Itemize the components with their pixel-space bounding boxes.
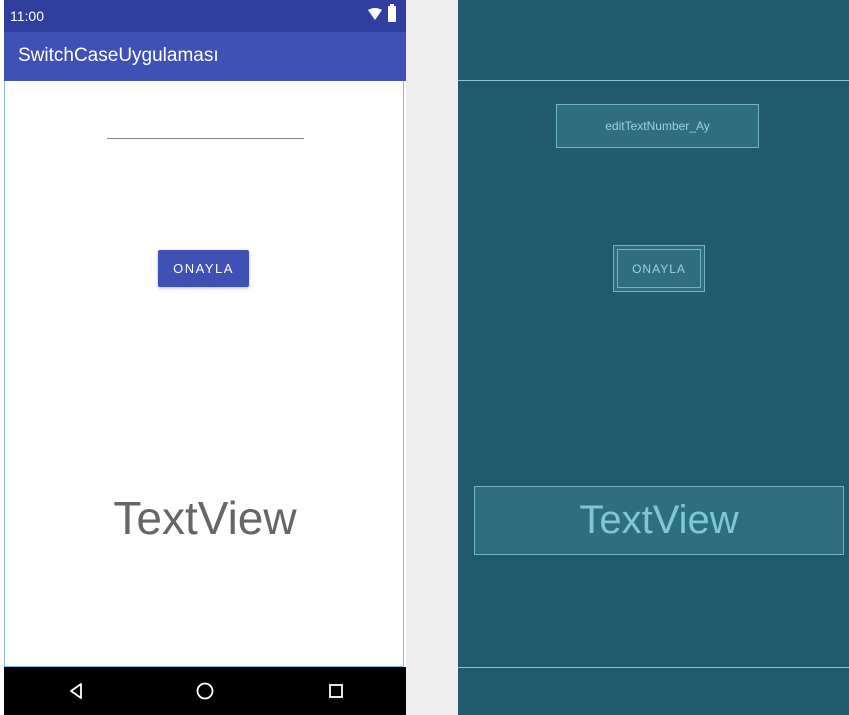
- status-time: 11:00: [10, 8, 44, 24]
- blueprint-edit-text-id: editTextNumber_Ay: [605, 119, 710, 133]
- app-title: SwitchCaseUygulaması: [18, 45, 219, 66]
- edit-text-number-field[interactable]: [107, 138, 304, 139]
- content-area: ONAYLA TextView: [4, 81, 404, 667]
- back-icon[interactable]: [64, 679, 88, 703]
- blueprint-button[interactable]: ONAYLA: [613, 245, 705, 292]
- blueprint-button-label: ONAYLA: [617, 249, 701, 288]
- blueprint-text-view[interactable]: TextView: [474, 486, 844, 555]
- blueprint-text-view-label: TextView: [579, 498, 739, 542]
- blueprint-view: editTextNumber_Ay ONAYLA TextView: [458, 0, 849, 715]
- canvas-gap: [406, 0, 458, 715]
- wifi-icon: [368, 8, 382, 20]
- battery-icon: [388, 4, 396, 22]
- blueprint-edit-text[interactable]: editTextNumber_Ay: [556, 104, 759, 148]
- recents-icon[interactable]: [324, 679, 348, 703]
- app-bar: SwitchCaseUygulaması: [4, 32, 406, 81]
- home-icon[interactable]: [193, 679, 217, 703]
- status-bar: 11:00: [4, 0, 406, 32]
- result-text-view: TextView: [113, 492, 297, 544]
- confirm-button[interactable]: ONAYLA: [158, 250, 249, 287]
- navigation-bar: [4, 667, 406, 715]
- blueprint-navbar-divider: [458, 667, 849, 668]
- device-preview: 11:00 SwitchCaseUygulaması ONAYLA TextVi…: [4, 0, 406, 715]
- blueprint-appbar-divider: [458, 80, 849, 81]
